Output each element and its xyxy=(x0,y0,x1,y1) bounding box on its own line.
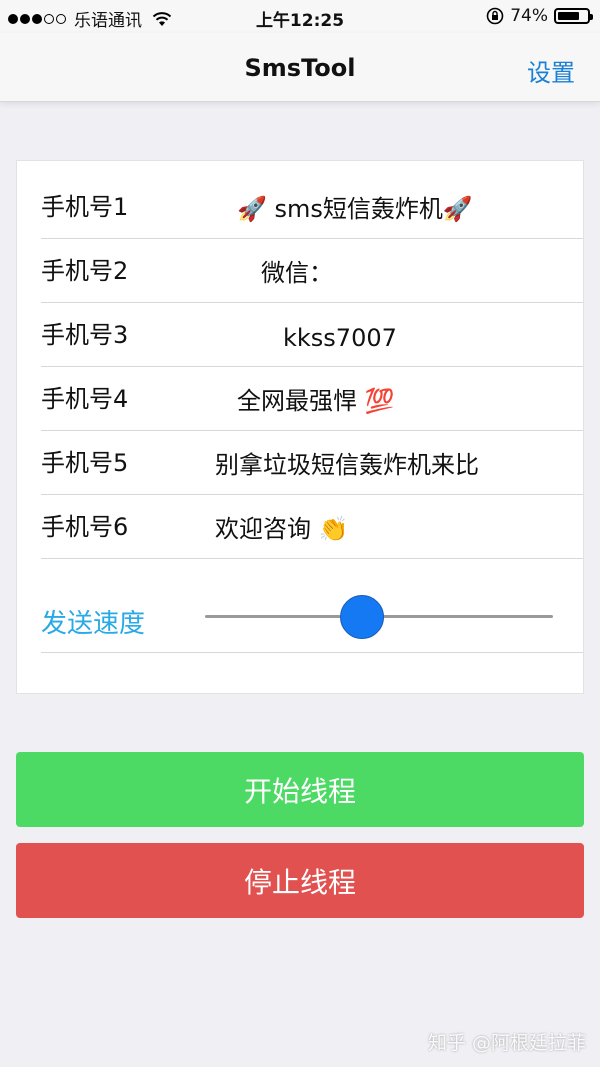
slider-thumb[interactable] xyxy=(339,595,384,639)
signal-dot xyxy=(56,13,66,24)
battery-percent: 74% xyxy=(510,6,548,26)
phone-row-value[interactable]: 全网最强悍 💯 xyxy=(237,381,395,416)
rotation-lock-icon xyxy=(486,7,504,25)
wifi-icon xyxy=(152,11,172,26)
phone-row-value[interactable]: 别拿垃圾短信轰炸机来比 xyxy=(215,445,479,480)
status-left: 乐语通讯 xyxy=(8,6,172,31)
nav-bar: SmsTool 设置 xyxy=(0,33,600,102)
phone-row-value[interactable]: 🚀 sms短信轰炸机🚀 xyxy=(237,189,473,224)
phone-row-1[interactable]: 手机号1 🚀 sms短信轰炸机🚀 xyxy=(41,161,583,239)
phone-row-2[interactable]: 手机号2 微信： xyxy=(41,239,583,303)
phone-row-value[interactable]: 微信： xyxy=(261,253,333,288)
battery-fill xyxy=(558,12,579,20)
speed-row: 发送速度 xyxy=(41,559,583,653)
settings-button[interactable]: 设置 xyxy=(527,53,575,88)
signal-dot xyxy=(8,13,18,24)
phone-row-label: 手机号3 xyxy=(41,321,129,349)
signal-dot xyxy=(20,13,30,24)
speed-label: 发送速度 xyxy=(41,609,146,639)
phone-row-label: 手机号1 xyxy=(41,193,129,221)
phone-row-5[interactable]: 手机号5 别拿垃圾短信轰炸机来比 xyxy=(41,431,583,495)
stop-thread-button[interactable]: 停止线程 xyxy=(16,843,584,918)
phone-row-value[interactable]: kkss7007 xyxy=(283,324,397,352)
phone-row-6[interactable]: 手机号6 欢迎咨询 👏 xyxy=(41,495,583,559)
battery-icon xyxy=(554,8,593,24)
phone-row-label: 手机号6 xyxy=(41,513,129,541)
phone-row-4[interactable]: 手机号4 全网最强悍 💯 xyxy=(41,367,583,431)
phone-row-label: 手机号4 xyxy=(41,385,129,413)
form-card: 手机号1 🚀 sms短信轰炸机🚀 手机号2 微信： 手机号3 kkss7007 手机号4 全网… xyxy=(16,160,584,694)
page-title: SmsTool xyxy=(244,54,356,82)
phone-row-3[interactable]: 手机号3 kkss7007 xyxy=(41,303,583,367)
phone-row-value[interactable]: 欢迎咨询 👏 xyxy=(215,509,349,544)
send-speed-slider[interactable] xyxy=(205,595,553,639)
phone-row-label: 手机号5 xyxy=(41,449,129,477)
status-bar: 乐语通讯 上午12:25 74% xyxy=(0,0,600,33)
carrier-name: 乐语通讯 xyxy=(74,11,142,31)
signal-strength-icon xyxy=(8,13,66,24)
phone-number-list: 手机号1 🚀 sms短信轰炸机🚀 手机号2 微信： 手机号3 kkss7007 手机号4 全网… xyxy=(17,161,583,559)
status-right: 74% xyxy=(486,6,593,26)
start-thread-button[interactable]: 开始线程 xyxy=(16,752,584,827)
phone-row-label: 手机号2 xyxy=(41,257,129,285)
signal-dot xyxy=(32,13,42,24)
signal-dot xyxy=(44,13,54,24)
watermark: 知乎 @阿根廷拉菲 xyxy=(427,1032,586,1054)
